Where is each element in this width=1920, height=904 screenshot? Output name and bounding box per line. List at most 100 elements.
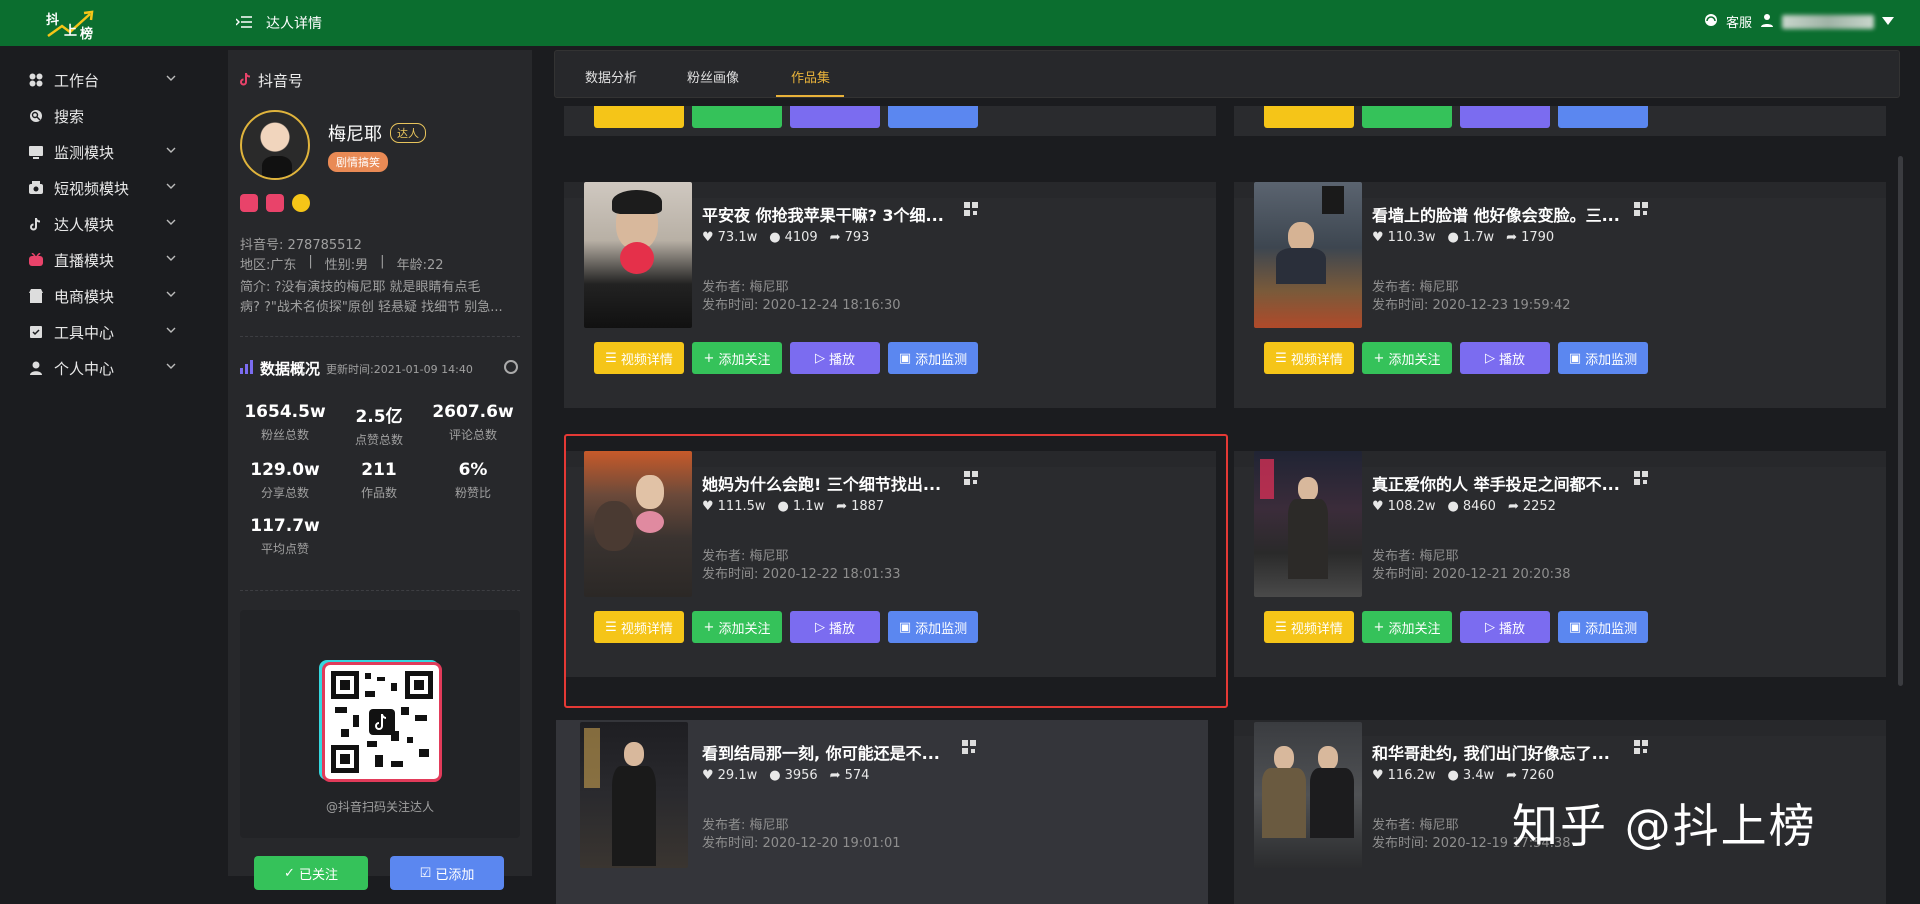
chevron-down-icon xyxy=(166,363,176,369)
service-icon[interactable] xyxy=(1704,13,1718,31)
sidebar-item-short-video[interactable]: 短视频模块 xyxy=(28,170,178,206)
stat-value: 129.0w xyxy=(250,460,320,480)
publisher: 发布者: 梅尼耶 xyxy=(1372,549,1459,564)
checkbox-icon: ☑ xyxy=(419,865,436,881)
followed-button[interactable]: ✓ 已关注 xyxy=(254,856,368,890)
button-label: 视频详情 xyxy=(620,352,673,368)
sidebar-item-influencer[interactable]: 达人模块 xyxy=(28,206,178,242)
play-button[interactable]: ▷ 播放 xyxy=(790,342,880,374)
sidebar-item-label: 监测模块 xyxy=(54,143,115,162)
scrollbar[interactable] xyxy=(1898,156,1903,686)
add-follow-button[interactable]: + 添加关注 xyxy=(1362,611,1452,643)
video-card: 看墙上的脸谱 他好像会变脸。三... ♥ 110.3w ● 1.7w ➦ 1790 发… xyxy=(1234,182,1886,408)
sidebar-item-live[interactable]: 直播模块 xyxy=(28,242,178,278)
qr-code-icon[interactable] xyxy=(964,202,978,216)
overview-title: 数据概况 xyxy=(260,360,321,378)
share-icon: ➦ xyxy=(1506,230,1518,245)
stat-value: 1654.5w xyxy=(244,402,326,422)
video-title[interactable]: 真正爱你的人 举手投足之间都不... xyxy=(1372,471,1620,495)
button-label: 播放 xyxy=(828,352,855,368)
app-logo[interactable]: 抖 上 榜 xyxy=(40,6,100,42)
list-icon: ☰ xyxy=(605,350,617,366)
plus-icon: + xyxy=(703,350,715,366)
button-label: 添加关注 xyxy=(718,352,771,368)
active-tab-indicator xyxy=(776,95,844,97)
play-icon: ▷ xyxy=(814,350,825,366)
username-blurred[interactable] xyxy=(1782,14,1874,29)
qr-code-icon[interactable] xyxy=(962,740,976,754)
add-follow-button[interactable]: + 添加关注 xyxy=(692,342,782,374)
stat-label: 分享总数 xyxy=(260,486,309,500)
separator: | xyxy=(380,254,385,269)
menu-toggle-icon[interactable] xyxy=(235,14,252,28)
publish-time: 发布时间: 2020-12-23 19:59:42 xyxy=(1372,298,1571,313)
refresh-icon[interactable] xyxy=(504,360,518,374)
video-thumbnail[interactable] xyxy=(1254,182,1362,328)
video-title[interactable]: 看墙上的脸谱 他好像会变脸。三... xyxy=(1372,202,1620,226)
video-thumbnail[interactable] xyxy=(1254,722,1362,868)
service-link[interactable]: 客服 xyxy=(1726,12,1752,31)
video-title[interactable]: 和华哥赴约, 我们出门好像忘了... xyxy=(1372,740,1610,764)
chevron-down-icon xyxy=(166,219,176,225)
sidebar-item-workbench[interactable]: 工作台 xyxy=(28,62,178,98)
video-detail-button[interactable]: ☰ 视频详情 xyxy=(1264,342,1354,374)
play-button[interactable]: ▷ 播放 xyxy=(1460,342,1550,374)
logo-char-2: 上 xyxy=(64,24,78,39)
add-follow-button[interactable]: + 添加关注 xyxy=(1362,342,1452,374)
video-detail-button[interactable]: ☰ 视频详情 xyxy=(1264,611,1354,643)
tab-bar: 数据分析 粉丝画像 作品集 xyxy=(554,50,1900,98)
video-thumbnail[interactable] xyxy=(580,722,688,868)
comments-value: 4109 xyxy=(784,230,818,245)
bar-chart-icon xyxy=(240,359,254,378)
tab-data-analysis[interactable]: 数据分析 xyxy=(585,67,637,86)
video-title[interactable]: 看到结局那一刻, 你可能还是不... xyxy=(702,740,940,764)
region: 地区:广东 xyxy=(240,258,297,273)
heart-icon: ♥ xyxy=(1372,768,1384,783)
add-monitor-button[interactable]: ▣ 添加监测 xyxy=(1558,611,1648,643)
qr-code-icon[interactable] xyxy=(1634,740,1648,754)
video-detail-button[interactable]: ☰ 视频详情 xyxy=(594,342,684,374)
stat-label: 点赞总数 xyxy=(354,433,403,447)
video-card: 真正爱你的人 举手投足之间都不... ♥ 108.2w ● 8460 ➦ 2252 发… xyxy=(1234,451,1886,677)
chevron-down-icon xyxy=(166,183,176,189)
likes-value: 108.2w xyxy=(1387,499,1436,514)
likes-metric: ♥ 116.2w xyxy=(1372,768,1436,783)
tab-works[interactable]: 作品集 xyxy=(791,67,830,86)
tab-fan-portrait[interactable]: 粉丝画像 xyxy=(687,67,739,86)
qr-code[interactable] xyxy=(322,662,442,782)
badge-row xyxy=(240,194,310,212)
likes-metric: ♥ 108.2w xyxy=(1372,499,1436,514)
monitor-icon: ▣ xyxy=(1568,350,1582,366)
stat-avg-likes: 117.7w 平均点赞 xyxy=(240,516,330,557)
comments-metric: ● 4109 xyxy=(769,230,817,245)
added-button[interactable]: ☑ 已添加 xyxy=(390,856,504,890)
sidebar-item-ecommerce[interactable]: 电商模块 xyxy=(28,278,178,314)
sidebar-item-tools[interactable]: 工具中心 xyxy=(28,314,178,350)
shares-metric: ➦ 793 xyxy=(830,230,870,245)
stat-label: 平均点赞 xyxy=(260,542,309,556)
likes-value: 116.2w xyxy=(1387,768,1436,783)
add-monitor-button[interactable]: ▣ 添加监测 xyxy=(888,342,978,374)
add-monitor-button[interactable]: ▣ 添加监测 xyxy=(1558,342,1648,374)
video-title[interactable]: 平安夜 你抢我苹果干嘛? 3个细... xyxy=(702,202,944,226)
video-metrics: ♥ 116.2w ● 3.4w ➦ 7260 xyxy=(1372,768,1554,783)
comment-icon: ● xyxy=(769,768,781,783)
video-thumbnail[interactable] xyxy=(1254,451,1362,597)
highlight-box xyxy=(564,434,1228,708)
chevron-down-icon[interactable] xyxy=(1882,14,1894,29)
qr-caption: @抖音扫码关注达人 xyxy=(325,800,434,814)
likes-metric: ♥ 29.1w xyxy=(702,768,757,783)
sidebar-item-monitor[interactable]: 监测模块 xyxy=(28,134,178,170)
qr-code-icon[interactable] xyxy=(1634,202,1648,216)
sidebar-item-personal[interactable]: 个人中心 xyxy=(28,350,178,386)
dashboard-icon xyxy=(28,72,44,88)
divider xyxy=(240,590,520,591)
basic-info-row: 地区:广东 | 性别:男 | 年龄:22 xyxy=(240,254,444,273)
qr-code-icon[interactable] xyxy=(1634,471,1648,485)
comments-metric: ● 8460 xyxy=(1448,499,1496,514)
video-thumbnail[interactable] xyxy=(584,182,692,328)
likes-value: 29.1w xyxy=(717,768,758,783)
play-button[interactable]: ▷ 播放 xyxy=(1460,611,1550,643)
sidebar-item-search[interactable]: 搜索 xyxy=(28,98,178,134)
qr-card: @抖音扫码关注达人 xyxy=(240,610,520,838)
